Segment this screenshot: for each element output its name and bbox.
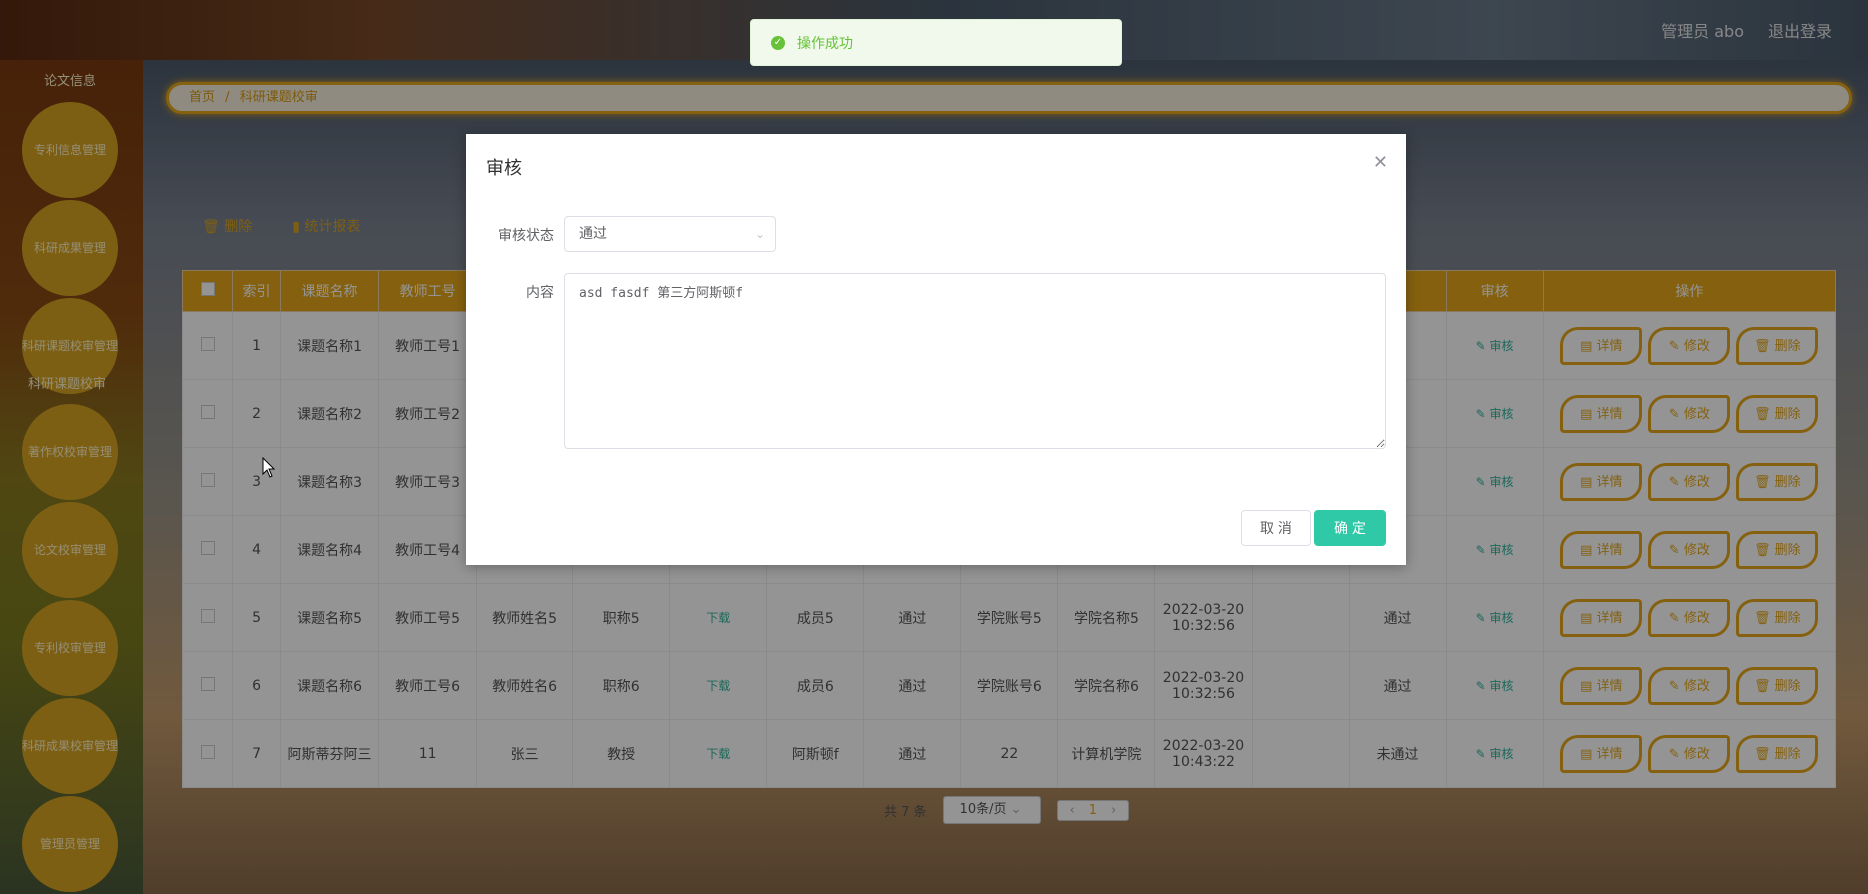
content-textarea[interactable] — [564, 273, 1386, 449]
success-toast: ✓ 操作成功 — [750, 19, 1122, 66]
chevron-down-icon: ⌄ — [754, 227, 765, 241]
check-circle-icon: ✓ — [771, 35, 785, 50]
content-label: 内容 — [526, 285, 554, 301]
close-icon[interactable]: ✕ — [1373, 152, 1388, 173]
review-dialog: 审核 ✕ 审核状态 通过 ⌄ 内容 取 消 确 定 — [466, 134, 1406, 565]
cancel-button[interactable]: 取 消 — [1241, 510, 1311, 546]
confirm-button[interactable]: 确 定 — [1314, 510, 1386, 546]
dialog-title: 审核 — [486, 158, 522, 179]
toast-message: 操作成功 — [797, 35, 853, 52]
status-select[interactable]: 通过 ⌄ — [564, 216, 776, 252]
status-label: 审核状态 — [498, 228, 554, 244]
